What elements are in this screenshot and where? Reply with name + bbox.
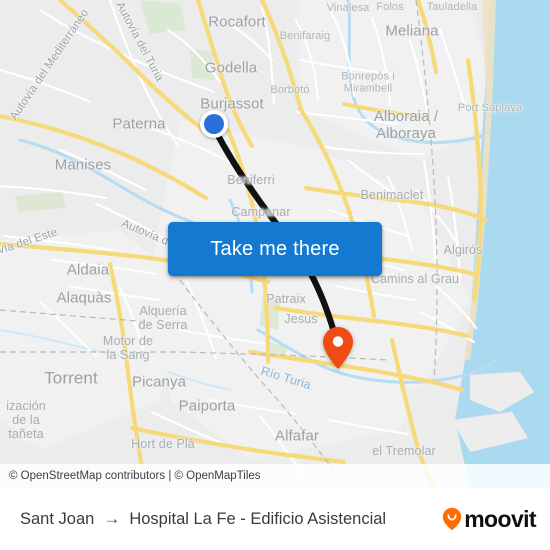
attribution-text: © OpenStreetMap contributors | © OpenMap…	[9, 470, 261, 482]
orange-pin-destination-marker[interactable]	[322, 326, 354, 370]
route-destination-label: Hospital La Fe - Edificio Asistencial	[129, 509, 387, 528]
moovit-wordmark: moovit	[464, 505, 536, 532]
route-summary: Sant Joan → Hospital La Fe - Edificio As…	[20, 509, 442, 529]
moovit-route-map-screen: Rocafort Vinalesa Folos Tauladella Meliana Be…	[0, 0, 550, 550]
moovit-pin-icon	[443, 507, 462, 531]
route-footer-bar: Sant Joan → Hospital La Fe - Edificio As…	[0, 488, 550, 550]
moovit-logo[interactable]: moovit	[442, 505, 537, 533]
origin-dot-inner	[204, 114, 224, 134]
map-attribution: © OpenStreetMap contributors | © OpenMap…	[0, 464, 550, 488]
arrow-right-icon: →	[103, 509, 121, 528]
take-me-there-button[interactable]: Take me there	[168, 222, 382, 276]
map-canvas[interactable]: Rocafort Vinalesa Folos Tauladella Meliana Be…	[0, 0, 550, 488]
blue-dot-origin-marker[interactable]	[200, 110, 228, 138]
route-origin-label: Sant Joan	[20, 509, 95, 528]
